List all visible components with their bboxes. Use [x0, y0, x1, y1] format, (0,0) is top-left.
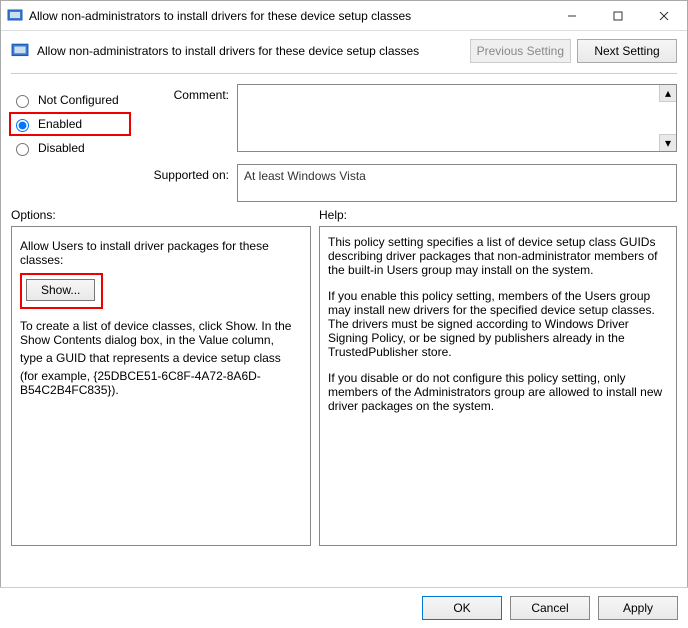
- help-p3: If you disable or do not configure this …: [328, 371, 668, 413]
- help-panel: This policy setting specifies a list of …: [319, 226, 677, 546]
- options-text-2: type a GUID that represents a device set…: [20, 351, 302, 365]
- cancel-button[interactable]: Cancel: [510, 596, 590, 620]
- options-label: Options:: [11, 208, 311, 226]
- help-label: Help:: [319, 208, 677, 226]
- radio-not-configured-input[interactable]: [16, 95, 29, 108]
- apply-button[interactable]: Apply: [598, 596, 678, 620]
- radio-not-configured[interactable]: Not Configured: [11, 88, 131, 112]
- scroll-down-icon[interactable]: ▾: [659, 134, 676, 151]
- show-button[interactable]: Show...: [26, 279, 95, 301]
- supported-on-label: Supported on:: [139, 164, 229, 182]
- options-text-1: To create a list of device classes, clic…: [20, 319, 302, 347]
- maximize-button[interactable]: [595, 1, 641, 31]
- radio-enabled-input[interactable]: [16, 119, 29, 132]
- previous-setting-button[interactable]: Previous Setting: [470, 39, 571, 63]
- comment-label: Comment:: [139, 84, 229, 102]
- radio-enabled-label: Enabled: [38, 117, 82, 131]
- radio-disabled-label: Disabled: [38, 141, 85, 155]
- comment-textarea[interactable]: ▴ ▾: [237, 84, 677, 152]
- title-bar: Allow non-administrators to install driv…: [1, 1, 687, 31]
- radio-disabled[interactable]: Disabled: [11, 136, 131, 160]
- app-icon: [7, 8, 23, 24]
- ok-button[interactable]: OK: [422, 596, 502, 620]
- window-title: Allow non-administrators to install driv…: [29, 9, 549, 23]
- scroll-up-icon[interactable]: ▴: [659, 85, 676, 102]
- dialog-footer: OK Cancel Apply: [0, 587, 688, 628]
- options-intro: Allow Users to install driver packages f…: [20, 239, 302, 267]
- policy-name: Allow non-administrators to install driv…: [37, 44, 464, 58]
- state-radio-group: Not Configured Enabled Disabled: [11, 84, 131, 160]
- radio-enabled[interactable]: Enabled: [9, 112, 131, 136]
- supported-on-text: At least Windows Vista: [237, 164, 677, 202]
- radio-not-configured-label: Not Configured: [38, 93, 119, 107]
- close-button[interactable]: [641, 1, 687, 31]
- options-text-3: (for example, {25DBCE51-6C8F-4A72-8A6D-B…: [20, 369, 302, 397]
- policy-icon: [11, 42, 29, 60]
- policy-header: Allow non-administrators to install driv…: [1, 31, 687, 71]
- help-p1: This policy setting specifies a list of …: [328, 235, 668, 277]
- help-p2: If you enable this policy setting, membe…: [328, 289, 668, 359]
- radio-disabled-input[interactable]: [16, 143, 29, 156]
- options-panel: Allow Users to install driver packages f…: [11, 226, 311, 546]
- minimize-button[interactable]: [549, 1, 595, 31]
- next-setting-button[interactable]: Next Setting: [577, 39, 677, 63]
